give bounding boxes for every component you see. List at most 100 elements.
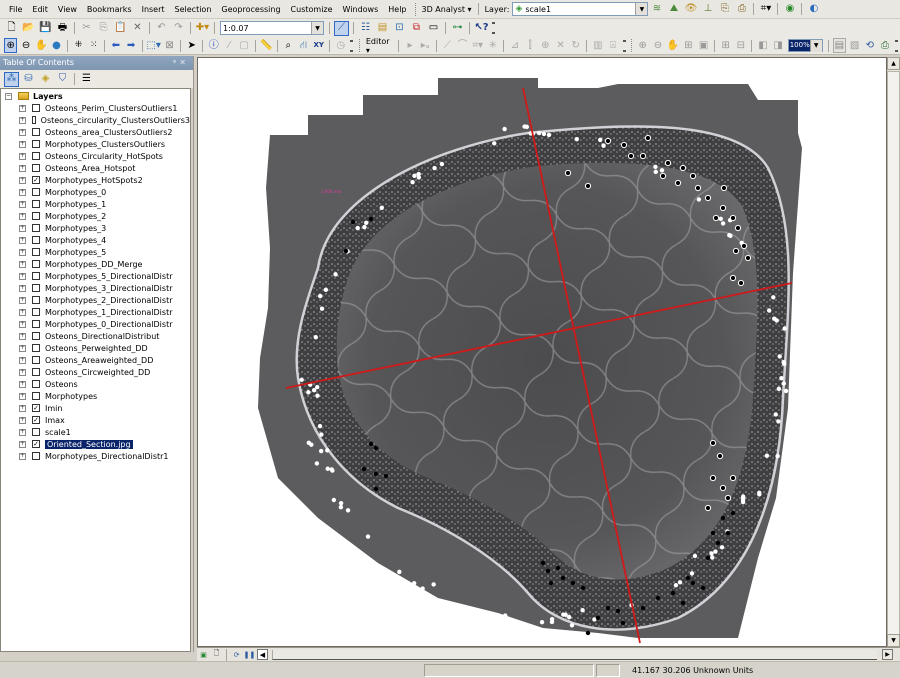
layer-visibility-checkbox[interactable] [32, 308, 40, 316]
toc-layer-row[interactable]: + Osteons_Perweighted_DD [1, 342, 190, 354]
layer-visibility-checkbox[interactable] [32, 320, 40, 328]
select-elements-arrow-icon[interactable]: ➤ [185, 38, 198, 53]
arcglobe-icon[interactable]: ◐ [806, 2, 821, 17]
toc-layer-row[interactable]: + Osteons_Areaweighted_DD [1, 354, 190, 366]
expand-icon[interactable]: + [19, 428, 26, 436]
toc-layer-row[interactable]: + Osteons_Perim_ClustersOutliers1 [1, 102, 190, 114]
toc-layer-row[interactable]: + Osteons [1, 378, 190, 390]
steepest-path-icon[interactable]: ⛰ [666, 2, 681, 17]
select-features-icon[interactable]: ⬚▾ [146, 38, 160, 53]
sketch-properties-icon[interactable]: ⍓ [606, 38, 619, 53]
chevron-down-icon[interactable]: ▼ [635, 3, 648, 15]
expand-icon[interactable]: + [19, 224, 26, 232]
expand-icon[interactable]: + [19, 320, 26, 328]
toggle-draft-mode-icon[interactable]: ▤ [832, 38, 847, 53]
clear-selection-icon[interactable]: ⊠ [163, 38, 176, 53]
toolbar-overflow-icon[interactable] [622, 39, 627, 52]
map-scale-input[interactable]: 1:0.07 ▼ [220, 21, 324, 35]
toc-layer-row[interactable]: + Osteons_Area_Hotspot [1, 162, 190, 174]
expand-icon[interactable]: + [19, 284, 26, 292]
layer-name[interactable]: Morphotypes_4 [45, 236, 106, 245]
expand-icon[interactable]: + [19, 200, 26, 208]
python-window-icon[interactable]: ▭ [426, 21, 441, 36]
3d-analyst-dropdown[interactable]: 3D Analyst ▾ [419, 5, 475, 14]
expand-icon[interactable]: + [19, 308, 26, 316]
layer-visibility-checkbox[interactable] [32, 356, 40, 364]
expand-icon[interactable]: + [19, 248, 26, 256]
list-by-drawing-order-icon[interactable]: ⁂ [4, 71, 19, 87]
toc-layer-row[interactable]: + Morphotypes_2 [1, 210, 190, 222]
full-extent-globe-icon[interactable]: ● [50, 38, 63, 53]
vertical-scroll-thumb[interactable] [887, 71, 900, 641]
layer-visibility-checkbox[interactable] [32, 392, 40, 400]
redo-icon[interactable]: ↷ [171, 21, 186, 36]
point-icon[interactable]: ✳ [486, 38, 499, 53]
toc-layer-row[interactable]: + Morphotypes_2_DirectionalDistr [1, 294, 190, 306]
layer-name[interactable]: Osteons [45, 380, 78, 389]
list-by-visibility-icon[interactable]: ◈ [38, 72, 53, 87]
toc-layer-row[interactable]: + Morphotypes_ClustersOutliers [1, 138, 190, 150]
toc-layer-row[interactable]: + Morphotypes_1_DirectionalDistr [1, 306, 190, 318]
expand-icon[interactable]: + [19, 272, 26, 280]
layer-visibility-checkbox[interactable] [32, 380, 40, 388]
expand-icon[interactable]: + [19, 380, 26, 388]
layer-name[interactable]: Osteons_area_ClustersOutliers2 [45, 128, 172, 137]
map-display[interactable]: 1,000 mm [197, 57, 887, 647]
create-tin-icon[interactable]: ⎘ [717, 2, 732, 17]
profile-icon[interactable]: ⊥ [700, 2, 715, 17]
reshape-icon[interactable]: ⫿ [524, 38, 537, 53]
expand-icon[interactable]: + [19, 356, 26, 364]
layer-visibility-checkbox[interactable]: ✓ [32, 440, 40, 448]
table-of-contents-icon[interactable]: ☷ [358, 21, 373, 36]
trace-icon[interactable]: ⌗▾ [471, 38, 484, 53]
layer-name[interactable]: Morphotypes_3_DirectionalDistr [45, 284, 173, 293]
edit-annotation-icon[interactable]: ▸ₐ [419, 38, 432, 53]
layer-name[interactable]: Osteons_Perim_ClustersOutliers1 [45, 104, 177, 113]
search-window-icon[interactable]: ⊡ [392, 21, 407, 36]
layer-visibility-checkbox[interactable] [32, 236, 40, 244]
layout-zoom-in-icon[interactable]: ⊕ [636, 38, 649, 53]
arcscene-icon[interactable]: ◉ [782, 2, 797, 17]
layer-visibility-checkbox[interactable] [32, 164, 40, 172]
graph-icon[interactable]: ⌗▾ [758, 2, 773, 17]
toc-layer-row[interactable]: + Morphotypes_3_DirectionalDistr [1, 282, 190, 294]
toc-layer-row[interactable]: + Morphotypes_0 [1, 186, 190, 198]
layer-name[interactable]: Morphotypes_ClustersOutliers [45, 140, 165, 149]
zoom-out-icon[interactable]: ⊖ [19, 38, 32, 53]
layer-name[interactable]: Morphotypes_HotSpots2 [45, 176, 143, 185]
layer-visibility-checkbox[interactable] [32, 128, 40, 136]
toc-layer-row[interactable]: + Osteons_Circweighted_DD [1, 366, 190, 378]
zoom-percent-select[interactable]: 100% ▼ [787, 39, 823, 52]
chevron-down-icon[interactable]: ▼ [311, 22, 323, 34]
layer-name[interactable]: Morphotypes_1 [45, 200, 106, 209]
layer-visibility-checkbox[interactable] [32, 452, 40, 460]
editor-menu-button[interactable]: Editor ▾ [363, 37, 396, 55]
split-icon[interactable]: ✕ [554, 38, 567, 53]
collapse-icon[interactable]: − [5, 92, 12, 100]
contour-icon[interactable]: ≋ [649, 2, 664, 17]
expand-icon[interactable]: + [19, 392, 26, 400]
toc-layer-row[interactable]: + Osteons_area_ClustersOutliers2 [1, 126, 190, 138]
menu-customize[interactable]: Customize [286, 0, 338, 19]
expand-icon[interactable]: + [19, 416, 26, 424]
toolbar-overflow-icon[interactable] [350, 39, 354, 52]
toc-layer-row[interactable]: + Osteons_DirectionalDistribut [1, 330, 190, 342]
edit-vertices-icon[interactable]: ⊿ [508, 38, 521, 53]
pause-drawing-icon[interactable]: ❚❚ [244, 649, 256, 660]
toc-layer-row[interactable]: + ✓ Imax [1, 414, 190, 426]
cut-polygons-icon[interactable]: ⊕ [539, 38, 552, 53]
delete-icon[interactable]: ✕ [130, 21, 145, 36]
layer-name[interactable]: Osteons_Area_Hotspot [45, 164, 135, 173]
menu-file[interactable]: File [4, 0, 27, 19]
edit-tool-icon[interactable]: ▸ [403, 38, 416, 53]
layer-visibility-checkbox[interactable]: ✓ [32, 404, 40, 412]
toolbar-overflow-icon[interactable] [492, 22, 496, 34]
map-vertical-scrollbar[interactable]: ▲ ▼ [887, 57, 900, 647]
attributes-icon[interactable]: ▥ [591, 38, 604, 53]
open-folder-icon[interactable]: 📂 [21, 21, 36, 36]
layer-visibility-checkbox[interactable] [32, 140, 40, 148]
layout-zoom-out-icon[interactable]: ⊖ [651, 38, 664, 53]
map-canvas[interactable] [198, 58, 887, 647]
expand-icon[interactable]: + [19, 116, 26, 124]
toc-layer-row[interactable]: + Morphotypes_3 [1, 222, 190, 234]
